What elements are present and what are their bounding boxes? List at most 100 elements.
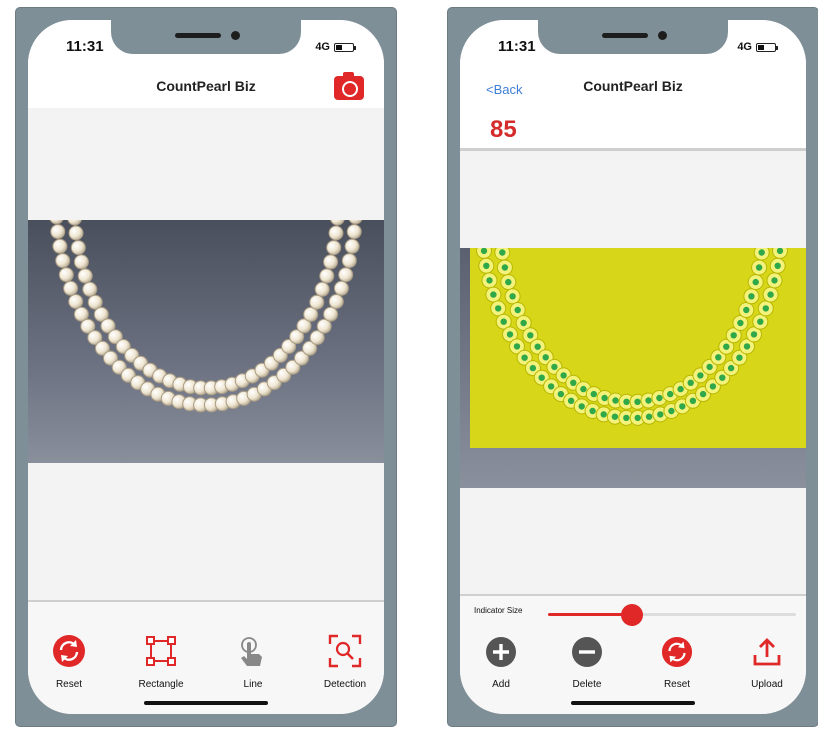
pearl-marker [612,397,619,404]
delete-button[interactable]: Delete [550,636,624,690]
pearl-marker [699,390,707,398]
pearl-marker [776,248,784,255]
upload-button[interactable]: Upload [730,636,804,690]
rectangle-select-icon [146,636,176,666]
pearl [338,267,354,283]
pearl-marker [697,372,704,379]
pearl-marker [719,374,726,381]
app-screen-left: 11:31 4G CountPearl Biz Reset Rectangle … [28,20,384,714]
detection-label: Detection [323,679,367,690]
pearl [77,268,93,284]
pearl-count: 85 [490,116,517,143]
battery-icon [334,42,356,52]
device-notch [111,20,301,54]
pearl [323,306,339,322]
pearl-marker [623,414,630,422]
pearl [58,267,74,283]
pearl-marker [570,379,577,386]
reset-button[interactable]: Reset [640,636,714,690]
line-label: Line [243,679,263,690]
pearl-marker [495,305,502,312]
pearl [73,254,89,270]
app-title: CountPearl Biz [583,78,683,94]
pearl-marker [542,354,549,361]
pearl-marker [590,390,597,398]
pearl [50,224,66,240]
delete-label: Delete [572,679,602,690]
slider-fill [548,613,633,616]
pearl-marker [560,372,567,379]
pearl-marker [601,394,608,402]
battery-icon [756,42,778,52]
slider-thumb[interactable] [621,604,644,626]
pearl-marker [551,363,558,371]
network-label: 4G [737,41,752,53]
pearl-marker [611,413,619,420]
pearl-marker [514,306,521,314]
pearl-marker [706,363,713,371]
pearl-marker [668,407,675,415]
upload-icon [753,638,781,666]
pearl-marker [505,278,512,286]
upload-label: Upload [751,679,783,690]
pearl [68,225,84,241]
pearl [346,224,362,240]
pearl [344,238,360,254]
pearl-marker [762,305,769,312]
pearl-marker [486,277,493,284]
pearl [333,280,349,296]
pearl [52,238,68,254]
reset-label: Reset [55,679,83,690]
phone-frame-right: 11:31 4G <Back CountPearl Biz 85 Indicat… [448,8,818,726]
pearl-marker [757,318,764,325]
status-network: 4G [737,41,778,53]
indicator-size-slider[interactable] [548,604,796,626]
pearl-marker [743,306,750,314]
pearl-marker [534,343,541,350]
pearl-marker [727,364,735,372]
pearl [309,294,325,310]
pearl-marker [557,390,565,398]
pearl [323,254,339,270]
home-indicator [571,701,695,705]
pearl-marker [774,262,781,269]
pearl-marker [499,249,506,256]
reset-icon [53,635,85,667]
pearl-marker [743,343,751,350]
pearl [328,225,344,241]
rectangle-button[interactable]: Rectangle [124,634,198,690]
status-network: 4G [315,41,356,53]
pearl-marker [750,331,758,338]
add-button[interactable]: Add [464,636,538,690]
pearl-marker [767,291,774,298]
pearl [68,294,84,309]
pearl-photo [28,220,384,463]
pearl-marker [538,374,545,381]
add-label: Add [492,679,510,690]
indicator-size-label: Indicator Size [474,606,523,615]
detection-button[interactable]: Detection [308,634,382,690]
app-screen-right: 11:31 4G <Back CountPearl Biz 85 Indicat… [460,20,806,714]
status-time: 11:31 [66,38,104,55]
pearl [55,253,71,269]
pearl-marker [521,354,528,361]
pearl-marker [687,379,694,386]
pearl-marker [547,383,555,390]
line-button[interactable]: Line [216,634,290,690]
pearl-marker [578,403,585,410]
pearl-marker [500,318,507,325]
pearl-marker [589,407,596,415]
camera-icon[interactable] [334,72,364,100]
tap-line-icon [241,637,262,666]
pearl-marker [634,414,641,422]
detection-scan-icon [328,634,362,668]
pearl [82,281,98,297]
pearl-marker [501,264,509,271]
add-icon [486,637,516,667]
pearl-marker [580,385,587,393]
pearl [70,240,86,256]
reset-button[interactable]: Reset [32,634,106,690]
pearl [319,268,335,284]
pearl-marker [567,397,575,404]
pearl-marker [657,411,664,418]
